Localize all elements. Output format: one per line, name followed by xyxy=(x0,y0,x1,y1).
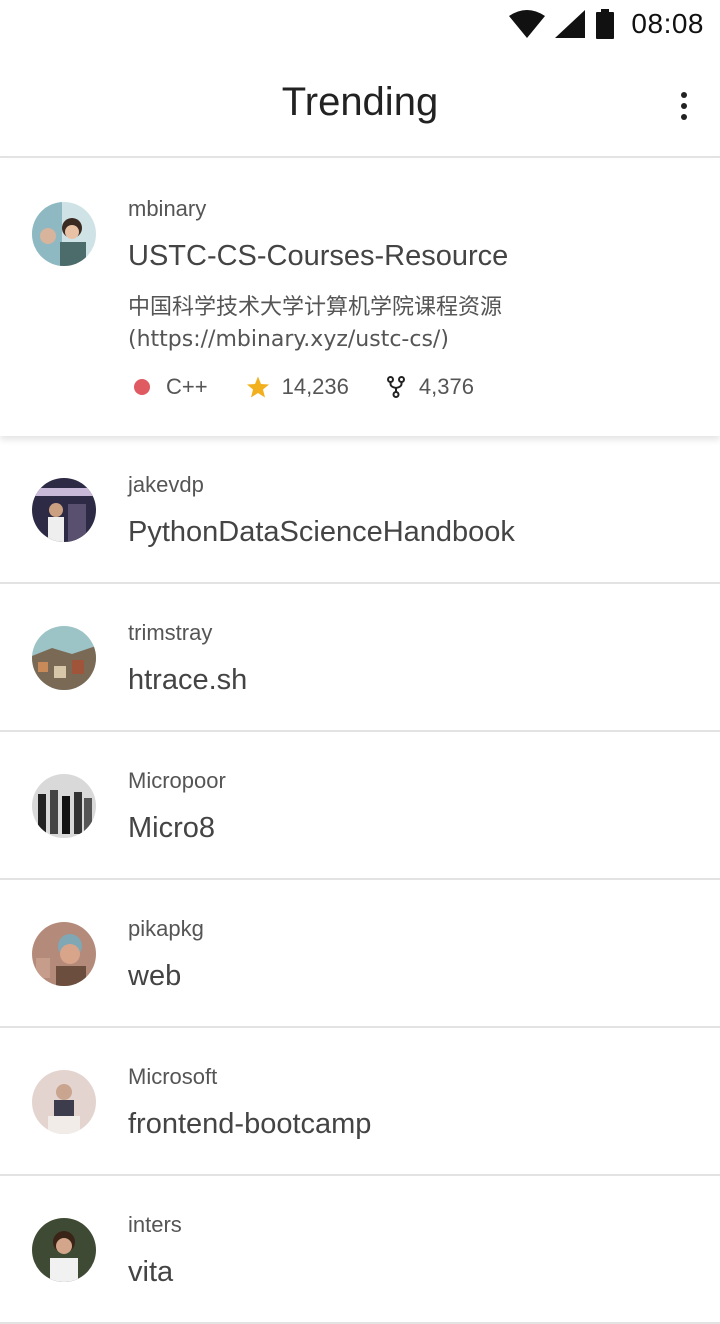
wifi-icon xyxy=(509,10,546,38)
battery-icon xyxy=(595,9,615,39)
avatar[interactable] xyxy=(32,774,96,838)
repo-item[interactable]: trimstray htrace.sh xyxy=(0,584,720,732)
avatar[interactable] xyxy=(32,202,96,266)
repo-name[interactable]: Micro8 xyxy=(128,812,215,845)
repo-owner[interactable]: mbinary xyxy=(128,196,206,222)
repo-item[interactable]: Micropoor Micro8 xyxy=(0,732,720,880)
repo-owner[interactable]: Microsoft xyxy=(128,1064,217,1090)
avatar[interactable] xyxy=(32,626,96,690)
app-bar: Trending xyxy=(0,48,720,158)
page-title: Trending xyxy=(281,79,439,124)
status-time: 08:08 xyxy=(631,8,704,39)
repo-item[interactable]: pikapkg web xyxy=(0,880,720,1028)
repo-name[interactable]: USTC-CS-Courses-Resource xyxy=(128,240,508,273)
repo-owner[interactable]: pikapkg xyxy=(128,916,204,942)
repo-item[interactable]: Microsoft frontend-bootcamp xyxy=(0,1028,720,1176)
repo-name[interactable]: frontend-bootcamp xyxy=(128,1108,371,1141)
avatar[interactable] xyxy=(32,1218,96,1282)
repo-owner[interactable]: Micropoor xyxy=(128,768,226,794)
repo-name[interactable]: htrace.sh xyxy=(128,664,247,697)
repo-owner[interactable]: trimstray xyxy=(128,620,212,646)
repo-meta: C++ 14,236 4,376 xyxy=(134,374,512,400)
repo-forks: 4,376 xyxy=(418,374,474,399)
status-bar: 08:08 xyxy=(0,0,720,48)
language-color-dot xyxy=(134,379,150,395)
repo-owner[interactable]: inters xyxy=(128,1212,182,1238)
repo-language: C++ xyxy=(166,374,208,399)
repo-name[interactable]: vita xyxy=(128,1256,173,1289)
repo-item[interactable]: jakevdp PythonDataScienceHandbook xyxy=(0,436,720,584)
repo-item[interactable]: mbinary USTC-CS-Courses-Resource 中国科学技术大… xyxy=(0,160,720,436)
repo-owner[interactable]: jakevdp xyxy=(128,472,204,498)
avatar[interactable] xyxy=(32,478,96,542)
repo-item[interactable]: inters vita xyxy=(0,1176,720,1324)
cellular-signal-icon xyxy=(555,10,586,38)
avatar[interactable] xyxy=(32,922,96,986)
repo-list: mbinary USTC-CS-Courses-Resource 中国科学技术大… xyxy=(0,160,720,1324)
repo-name[interactable]: PythonDataScienceHandbook xyxy=(128,516,515,549)
fork-icon xyxy=(386,376,405,398)
repo-name[interactable]: web xyxy=(128,960,181,993)
star-icon xyxy=(246,375,270,399)
more-vert-icon[interactable] xyxy=(672,90,696,122)
avatar[interactable] xyxy=(32,1070,96,1134)
repo-stars: 14,236 xyxy=(281,374,349,399)
repo-description: 中国科学技术大学计算机学院课程资源(https://mbinary.xyz/us… xyxy=(128,295,503,352)
